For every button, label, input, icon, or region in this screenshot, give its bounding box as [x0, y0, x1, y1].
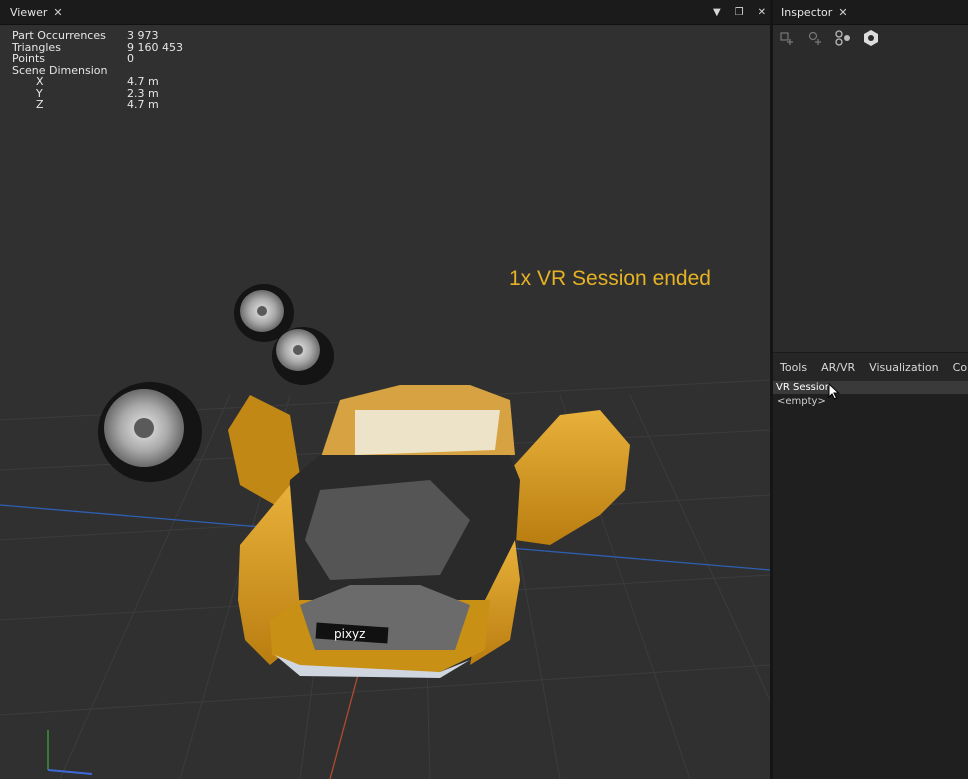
notification-toast: 1x VR Session ended: [509, 267, 711, 290]
stat-label: Part Occurrences: [12, 29, 106, 42]
dimension-row: X 4.7 m: [12, 76, 183, 88]
dimension-value: 4.7 m: [127, 98, 159, 111]
hexagon-icon[interactable]: [861, 28, 881, 48]
axis-z-line: [329, 659, 363, 779]
stat-row: Points 0: [12, 53, 183, 65]
inspector-panel: Inspector ✕: [773, 0, 968, 352]
wheel-large: [98, 382, 202, 482]
close-icon[interactable]: ✕: [838, 6, 847, 19]
origin-gizmo: [47, 730, 93, 775]
add-component-alt-icon[interactable]: [805, 28, 825, 48]
tab-inspector[interactable]: Inspector ✕: [775, 3, 854, 21]
add-component-icon[interactable]: [777, 28, 797, 48]
scene-stats: Part Occurrences 3 973 Triangles 9 160 4…: [12, 30, 183, 111]
dimension-label: Y: [36, 86, 43, 100]
stat-label: Scene Dimension: [12, 63, 108, 77]
vr-session-header[interactable]: VR Session: [773, 381, 968, 394]
inspector-tab-label: Inspector: [781, 5, 833, 19]
dropdown-icon[interactable]: ▼: [713, 7, 721, 18]
tab-collab[interactable]: Collal: [946, 361, 968, 374]
dimension-row: Z 4.7 m: [12, 99, 183, 111]
stat-row: Part Occurrences 3 973: [12, 30, 183, 42]
dimension-value: 4.7 m: [127, 75, 159, 88]
restore-icon[interactable]: ❐: [735, 7, 744, 18]
car-model: [228, 385, 630, 678]
stat-value: 0: [127, 52, 134, 65]
license-plate-text: pixyz: [334, 627, 365, 641]
tab-visualization[interactable]: Visualization: [862, 361, 945, 374]
viewer-tab-label: Viewer: [10, 5, 48, 19]
viewport-3d[interactable]: pixyz: [0, 24, 770, 779]
panel-tabs: Tools AR/VR Visualization Collal: [773, 353, 968, 381]
tab-tools[interactable]: Tools: [773, 361, 814, 374]
bottom-panel: Tools AR/VR Visualization Collal VR Sess…: [773, 353, 968, 779]
node-graph-icon[interactable]: [833, 28, 853, 48]
empty-placeholder: <empty>: [777, 396, 826, 407]
dimension-label: Z: [36, 98, 44, 111]
viewer-window-controls: ▼ ❐ ✕: [713, 3, 766, 21]
viewer-panel: Viewer ✕ ▼ ❐ ✕ pixyz Part Occurrences 3 …: [0, 0, 770, 779]
wheel-middle: [272, 327, 334, 385]
stat-value: 3 973: [127, 29, 159, 42]
tab-viewer[interactable]: Viewer ✕: [4, 3, 69, 21]
viewer-titlebar: Viewer ✕ ▼ ❐ ✕: [0, 0, 770, 25]
dimension-label: X: [36, 75, 44, 88]
stat-label: Points: [12, 52, 46, 65]
close-icon[interactable]: ✕: [53, 6, 62, 19]
tab-ar-vr[interactable]: AR/VR: [814, 361, 862, 374]
inspector-toolbar: [777, 28, 881, 48]
inspector-titlebar: Inspector ✕: [773, 0, 968, 25]
stat-value: 9 160 453: [127, 40, 183, 54]
mouse-cursor-icon: [828, 383, 840, 400]
close-icon[interactable]: ✕: [758, 7, 766, 18]
